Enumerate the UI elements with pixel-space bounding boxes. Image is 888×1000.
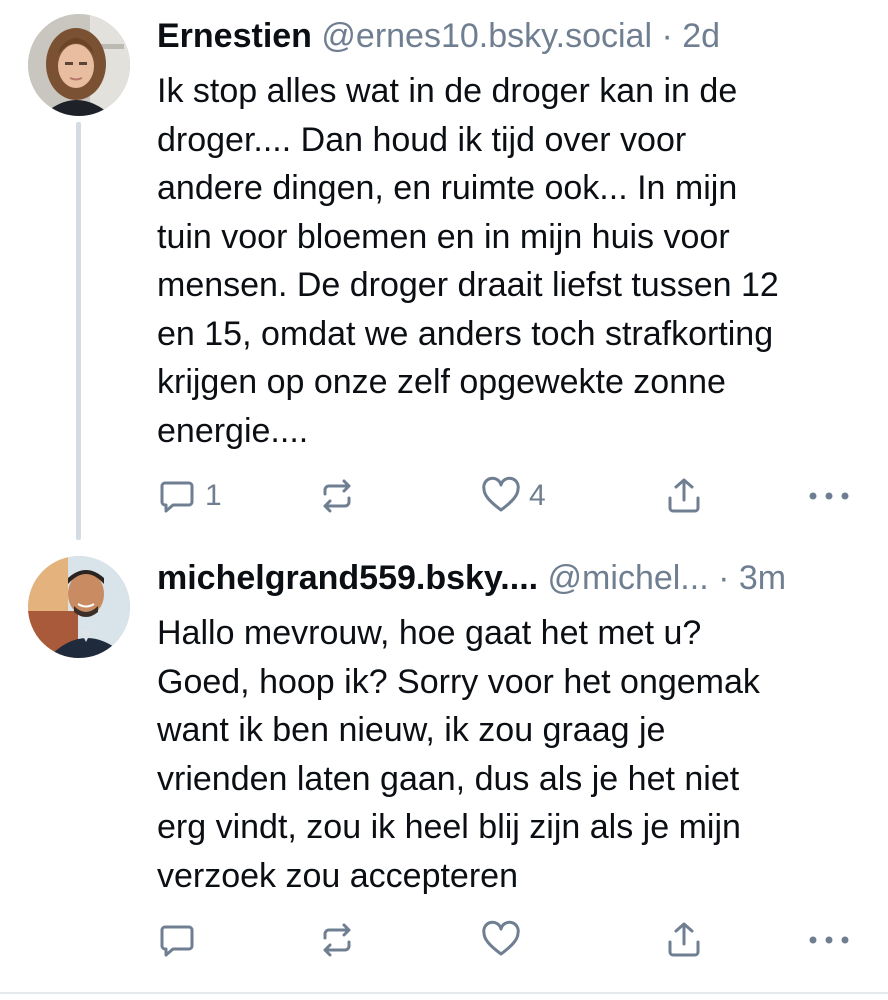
post-text-line: verzoek zou accepteren [157, 856, 518, 895]
reply-button[interactable]: 1 [157, 476, 222, 516]
heart-outline-icon [482, 476, 520, 512]
post-text-line: Ik stop alles wat in de droger kan in de [157, 72, 738, 110]
more-dots-icon [809, 936, 849, 944]
reply-button[interactable] [157, 920, 205, 960]
separator-dot: · [661, 17, 673, 55]
avatar-michelgrand[interactable] [28, 556, 130, 658]
post-ernestien[interactable]: Ernestien @ernes10.bsky.social · 2d Ik s… [0, 0, 888, 540]
post-text: Ik stop alles wat in de droger kan in de… [157, 67, 870, 455]
post-text-line: andere dingen, en ruimte ook... In mijn [157, 169, 738, 207]
post-timestamp[interactable]: 2d [682, 17, 720, 55]
post-timestamp[interactable]: 3m [739, 559, 786, 597]
post-text-line: Hallo mevrouw, hoe gaat het met u? [157, 614, 702, 652]
share-upload-icon [668, 478, 700, 513]
post-header: michelgrand559.bsky.... @michel... · 3m [157, 558, 870, 598]
speech-bubble-icon [160, 925, 194, 957]
post-michelgrand[interactable]: michelgrand559.bsky.... @michel... · 3m … [0, 540, 888, 992]
like-count: 4 [529, 479, 546, 512]
repost-arrows-icon [323, 923, 351, 957]
post-actions [157, 920, 858, 960]
author-display-name[interactable]: michelgrand559.bsky.... [157, 559, 538, 597]
post-text: Hallo mevrouw, hoe gaat het met u? Goed,… [157, 609, 870, 900]
speech-bubble-icon [160, 481, 194, 513]
repost-arrows-icon [323, 479, 351, 513]
author-handle[interactable]: @michel... [548, 559, 709, 597]
post-text-line: Goed, hoop ik? Sorry voor het ongemak [157, 662, 760, 701]
post-text-line: mensen. De droger draait liefst tussen 1… [157, 266, 779, 304]
post-text-line: droger.... Dan houd ik tijd over voor [157, 120, 687, 159]
like-button[interactable]: 4 [481, 476, 546, 516]
post-text-line: krijgen op onze zelf opgewekte zonne [157, 363, 726, 401]
post-actions: 1 4 [157, 476, 858, 516]
more-options-button[interactable] [807, 920, 851, 960]
share-button[interactable] [664, 920, 704, 960]
thread-line [76, 122, 81, 540]
reply-count: 1 [205, 479, 222, 512]
post-text-line: erg vindt, zou ik heel blij zijn als je … [157, 808, 741, 846]
more-dots-icon [809, 492, 849, 500]
heart-outline-icon [482, 920, 520, 956]
post-header: Ernestien @ernes10.bsky.social · 2d [157, 16, 870, 56]
repost-button[interactable] [317, 920, 357, 960]
share-upload-icon [668, 922, 700, 957]
avatar-ernestien[interactable] [28, 14, 130, 116]
separator-dot: · [718, 559, 730, 597]
feed-divider [0, 992, 888, 994]
author-display-name[interactable]: Ernestien [157, 17, 312, 55]
share-button[interactable] [664, 476, 704, 516]
author-handle[interactable]: @ernes10.bsky.social [321, 17, 652, 55]
post-text-line: energie.... [157, 411, 309, 450]
like-button[interactable] [481, 920, 529, 960]
post-text-line: vrienden laten gaan, dus als je het niet [157, 759, 740, 798]
repost-button[interactable] [317, 476, 357, 516]
post-text-line: en 15, omdat we anders toch strafkorting [157, 314, 774, 353]
post-text-line: want ik ben nieuw, ik zou graag je [157, 711, 666, 749]
more-options-button[interactable] [807, 476, 851, 516]
post-text-line: tuin voor bloemen en in mijn huis voor [157, 217, 730, 256]
